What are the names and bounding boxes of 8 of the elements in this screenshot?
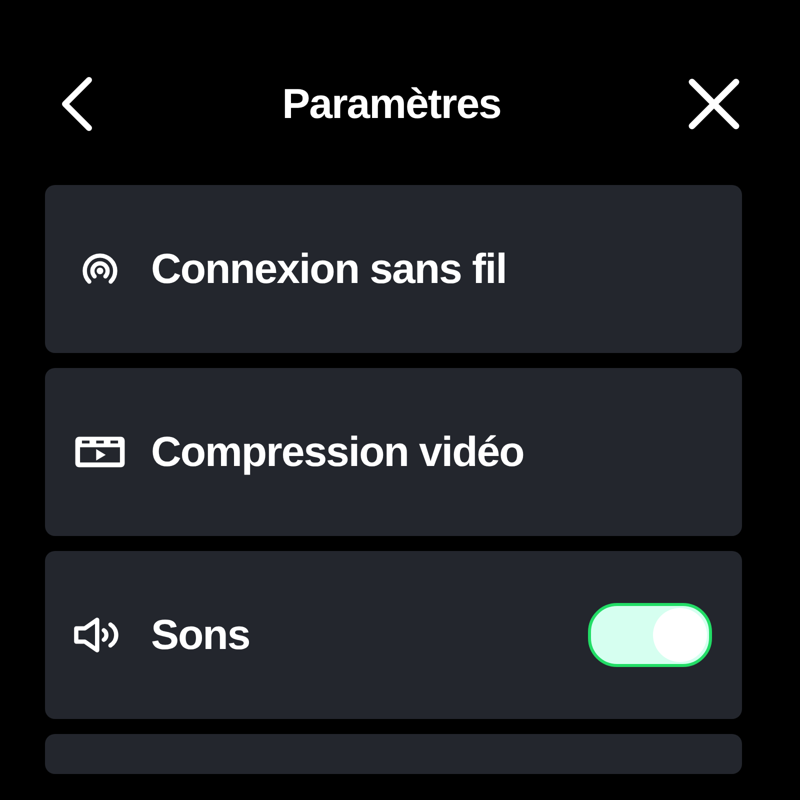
screen-title: Paramètres bbox=[282, 80, 501, 128]
settings-row[interactable]: Sons bbox=[45, 551, 742, 719]
settings-row[interactable]: Connexion sans fil bbox=[45, 185, 742, 353]
settings-row[interactable]: Compression vidéo bbox=[45, 368, 742, 536]
toggle-switch[interactable] bbox=[588, 603, 712, 667]
setting-label: Sons bbox=[151, 611, 251, 659]
setting-label: Connexion sans fil bbox=[151, 245, 508, 293]
setting-label: Compression vidéo bbox=[151, 428, 525, 476]
